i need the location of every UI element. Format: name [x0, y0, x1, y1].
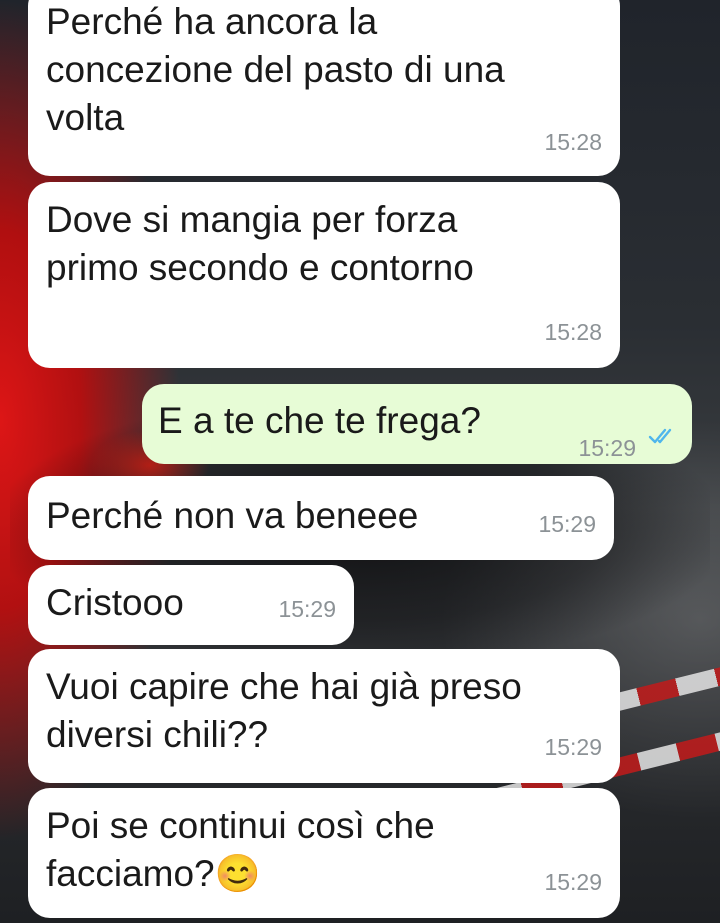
message-timestamp: 15:29 [544, 869, 602, 895]
message-text: Cristooo [46, 582, 184, 623]
message-bubble-incoming[interactable]: Dove si mangia per forza primo secondo e… [28, 182, 620, 368]
message-bubble-incoming[interactable]: Cristooo 15:29 [28, 565, 354, 645]
message-bubble-incoming[interactable]: Vuoi capire che hai già preso diversi ch… [28, 649, 620, 783]
message-timestamp: 15:28 [544, 319, 602, 345]
message-text: Poi se continui così che facciamo?😊 [46, 805, 435, 894]
message-bubble-incoming[interactable]: Perché non va beneee 15:29 [28, 476, 614, 560]
message-text: Perché non va beneee [46, 495, 419, 536]
message-text: Dove si mangia per forza primo secondo e… [46, 199, 474, 288]
message-text: E a te che te frega? [158, 400, 481, 441]
message-text: Vuoi capire che hai già preso diversi ch… [46, 666, 522, 755]
message-bubble-outgoing[interactable]: E a te che te frega? 15:29 [142, 384, 692, 464]
message-timestamp: 15:29 [544, 734, 602, 760]
message-text: Perché ha ancora la concezione del pasto… [46, 1, 505, 138]
double-check-icon [648, 426, 678, 446]
message-bubble-incoming[interactable]: Perché ha ancora la concezione del pasto… [28, 0, 620, 176]
message-timestamp: 15:29 [578, 435, 636, 461]
message-bubble-incoming[interactable]: Poi se continui così che facciamo?😊 15:2… [28, 788, 620, 918]
message-timestamp: 15:29 [278, 596, 336, 622]
message-timestamp: 15:28 [544, 129, 602, 155]
message-timestamp: 15:29 [538, 511, 596, 537]
